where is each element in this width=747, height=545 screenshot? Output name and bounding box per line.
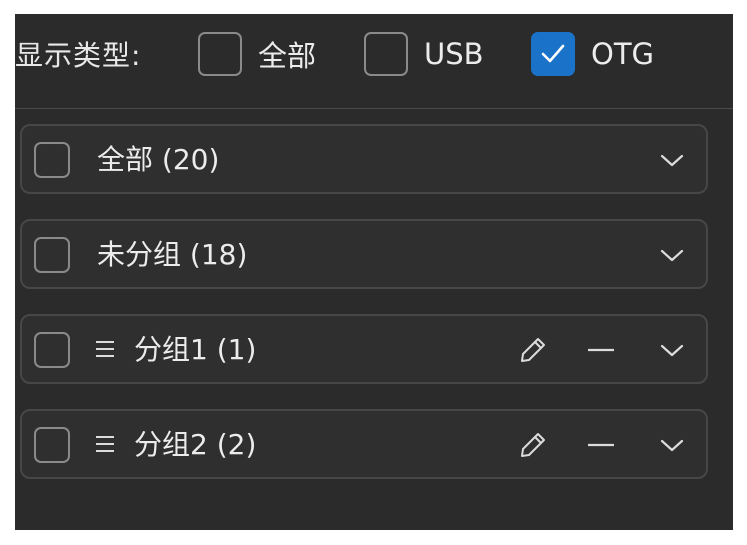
group-row-all[interactable]: 全部 (20) — [20, 124, 708, 194]
filter-otg-label: OTG — [591, 37, 655, 71]
chevron-down-icon[interactable] — [659, 433, 685, 457]
chevron-down-icon[interactable] — [659, 243, 685, 267]
check-icon — [541, 44, 565, 63]
chevron-down-icon[interactable] — [659, 148, 685, 172]
drag-handle-icon[interactable] — [94, 433, 116, 455]
filter-option-usb[interactable]: USB — [364, 30, 484, 78]
filter-usb-label: USB — [424, 37, 484, 71]
group-checkbox[interactable] — [34, 237, 70, 273]
group-checkbox[interactable] — [34, 142, 70, 178]
group-checkbox[interactable] — [34, 427, 70, 463]
minus-icon[interactable] — [586, 335, 616, 365]
filter-all-label: 全部 — [258, 39, 317, 73]
group-row-group2[interactable]: 分组2 (2) — [20, 409, 708, 479]
group-label: 全部 (20) — [97, 143, 220, 176]
display-type-label: 显示类型: — [15, 39, 142, 72]
group-row-ungrouped[interactable]: 未分组 (18) — [20, 219, 708, 289]
group-row-group1[interactable]: 分组1 (1) — [20, 314, 708, 384]
group-checkbox[interactable] — [34, 332, 70, 368]
device-group-panel: 显示类型: 全部 USB OTG 全部 (20) 未分组 (18) 分组1 (1… — [15, 14, 733, 530]
group-label: 分组2 (2) — [134, 428, 257, 461]
filter-all-checkbox[interactable] — [198, 32, 242, 76]
display-type-filter: 显示类型: 全部 USB OTG — [15, 14, 733, 109]
pencil-icon[interactable] — [518, 430, 548, 460]
chevron-down-icon[interactable] — [659, 338, 685, 362]
drag-handle-icon[interactable] — [94, 338, 116, 360]
group-label: 分组1 (1) — [134, 333, 257, 366]
minus-icon[interactable] — [586, 430, 616, 460]
group-label: 未分组 (18) — [97, 238, 248, 271]
filter-otg-checkbox[interactable] — [531, 32, 575, 76]
pencil-icon[interactable] — [518, 335, 548, 365]
filter-option-otg[interactable]: OTG — [531, 30, 654, 78]
filter-usb-checkbox[interactable] — [364, 32, 408, 76]
filter-option-all[interactable]: 全部 — [198, 30, 316, 78]
